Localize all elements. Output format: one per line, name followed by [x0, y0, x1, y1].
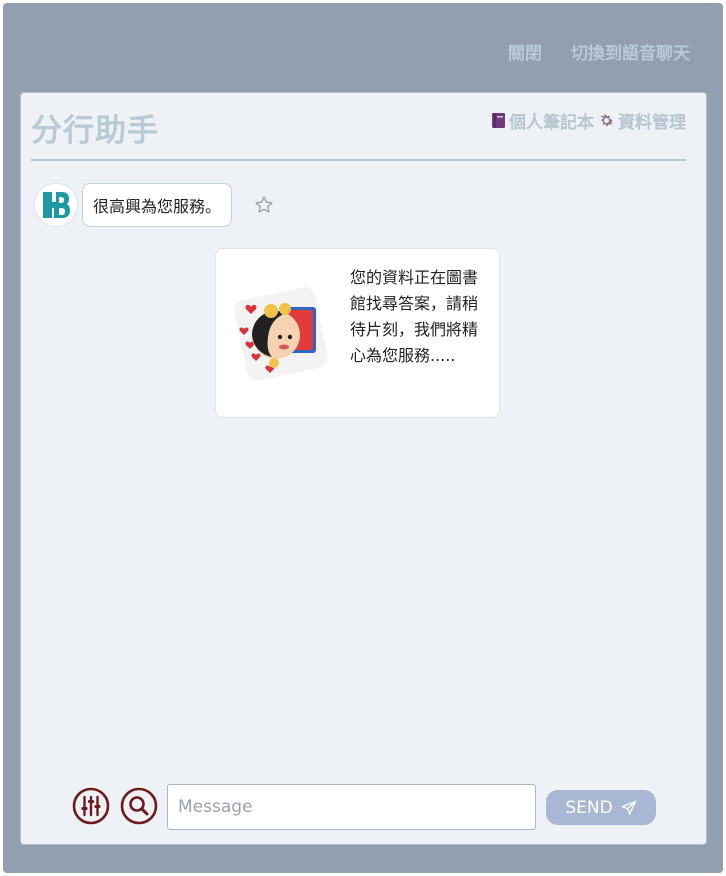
search-icon[interactable]	[120, 787, 158, 825]
page-title: 分行助手	[31, 113, 159, 149]
close-button[interactable]: 關閉	[508, 39, 542, 64]
chat-panel: 分行助手 個人筆記本 資料管理 很高興為您服務。 您的資料正在圖書館找尋答案，請…	[20, 92, 707, 845]
star-icon[interactable]	[254, 195, 274, 215]
greeting-message: 很高興為您服務。	[82, 183, 233, 227]
notebook-icon	[492, 113, 505, 128]
header-divider	[31, 159, 686, 161]
send-button[interactable]: SEND	[546, 790, 656, 825]
brand-logo-icon	[43, 192, 70, 218]
chat-window: 關閉 切換到語音聊天 分行助手 個人筆記本 資料管理 很高興為您服務。 您的資料…	[3, 3, 723, 873]
header-links: 個人筆記本 資料管理	[491, 108, 686, 133]
waiting-sticker-image	[234, 287, 328, 381]
greeting-text: 很高興為您服務。	[93, 197, 222, 216]
switch-voice-chat-button[interactable]: 切換到語音聊天	[571, 39, 690, 64]
waiting-text: 您的資料正在圖書館找尋答案，請稍待片刻，我們將精心為您服務.....	[350, 268, 479, 365]
notebook-label: 個人筆記本	[509, 113, 594, 133]
data-manage-link[interactable]: 資料管理	[598, 108, 686, 133]
notebook-link[interactable]: 個人筆記本	[491, 108, 594, 133]
paper-plane-icon	[621, 800, 637, 815]
gear-icon	[600, 114, 614, 127]
sliders-icon[interactable]	[72, 787, 110, 825]
loading-message-card: 您的資料正在圖書館找尋答案，請稍待片刻，我們將精心為您服務.....	[215, 248, 500, 418]
data-manage-label: 資料管理	[618, 113, 686, 133]
message-input[interactable]	[167, 784, 536, 830]
bot-avatar	[35, 184, 77, 226]
send-label: SEND	[565, 797, 613, 818]
